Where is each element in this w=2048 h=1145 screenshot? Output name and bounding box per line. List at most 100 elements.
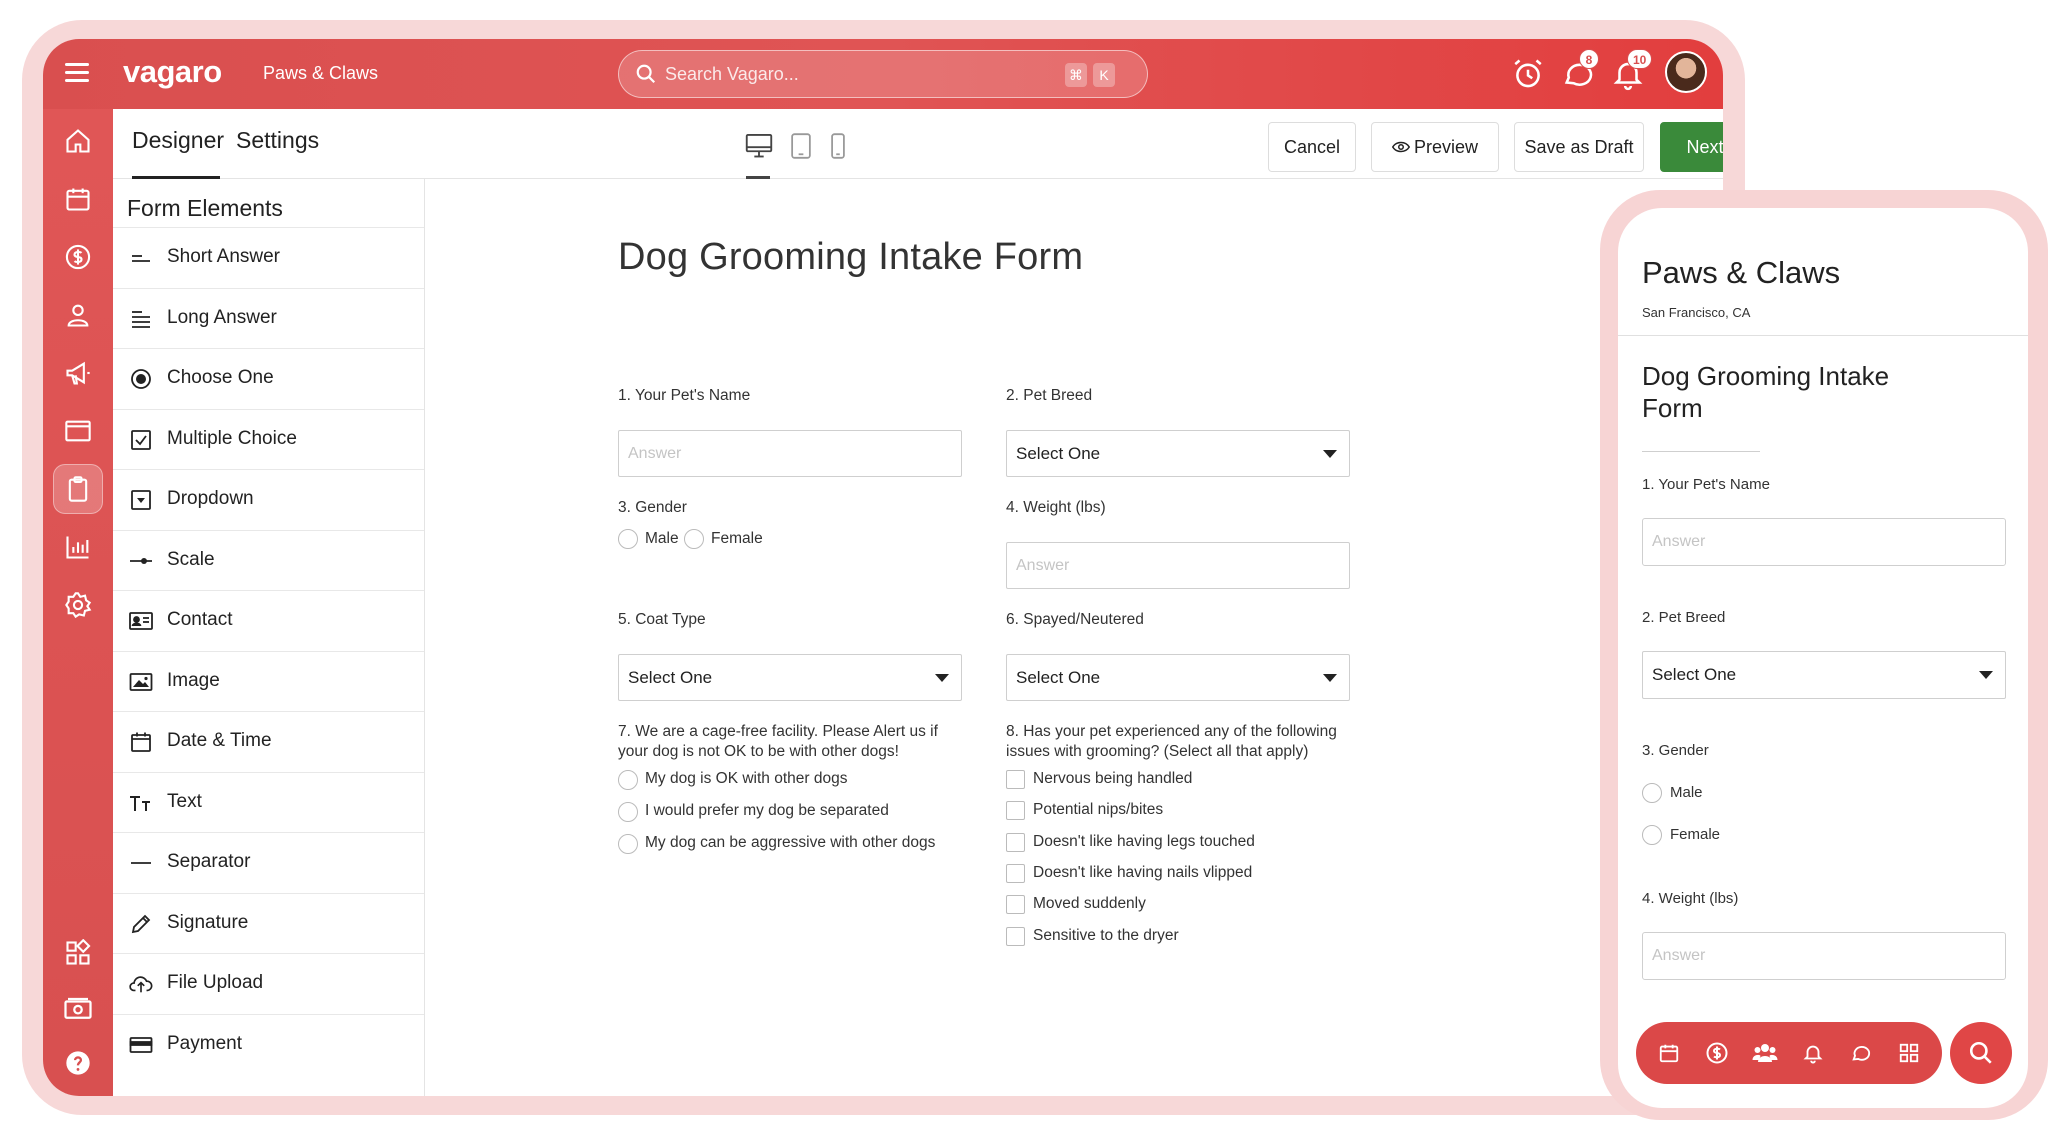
phone-header-divider <box>1618 335 2028 336</box>
tablet-icon[interactable] <box>790 133 812 164</box>
image-icon <box>129 670 153 694</box>
issue-moved-checkbox[interactable] <box>1006 895 1025 914</box>
coat-type-select[interactable]: Select One <box>618 654 962 701</box>
element-signature[interactable]: Signature <box>113 892 424 954</box>
tab-designer[interactable]: Designer <box>132 127 224 154</box>
contact-card-icon <box>129 609 153 633</box>
element-text[interactable]: Text <box>113 771 424 833</box>
dollar-icon[interactable] <box>1704 1040 1730 1066</box>
messages-icon[interactable]: 8 <box>1561 49 1599 91</box>
tab-settings[interactable]: Settings <box>236 127 319 154</box>
pen-icon <box>129 912 153 936</box>
clipboard-icon[interactable] <box>53 464 103 514</box>
option-aggressive-radio[interactable] <box>618 834 638 854</box>
user-icon[interactable] <box>60 297 96 333</box>
bell-icon[interactable] <box>1800 1040 1826 1066</box>
option-label: Doesn't like having legs touched <box>1033 833 1255 850</box>
chart-icon[interactable] <box>60 529 96 565</box>
next-button[interactable]: Next <box>1660 122 1723 172</box>
option-label: I would prefer my dog be separated <box>645 802 889 819</box>
apps-icon[interactable] <box>1896 1040 1922 1066</box>
chat-icon[interactable] <box>1848 1040 1874 1066</box>
pet-breed-select[interactable]: Select One <box>1006 430 1350 477</box>
weight-input[interactable] <box>1006 542 1350 589</box>
vagaro-logo[interactable]: vagaro <box>123 54 222 90</box>
gender-female-radio[interactable] <box>684 529 704 549</box>
gear-icon[interactable] <box>60 587 96 623</box>
phone-gender-female-radio[interactable] <box>1642 825 1662 845</box>
element-label: Date & Time <box>167 730 272 751</box>
search-bar[interactable]: ⌘ K <box>618 50 1148 98</box>
hamburger-menu-icon[interactable] <box>65 63 89 83</box>
question-label-cage-free: 7. We are a cage-free facility. Please A… <box>618 723 938 760</box>
element-multiple-choice[interactable]: Multiple Choice <box>113 408 424 470</box>
separator-icon <box>129 851 153 875</box>
option-separated-radio[interactable] <box>618 802 638 822</box>
top-navigation-bar: vagaro Paws & Claws ⌘ K 8 10 <box>43 39 1723 109</box>
issue-legs-checkbox[interactable] <box>1006 833 1025 852</box>
question-label-gender: 3. Gender <box>618 499 687 516</box>
designer-toolbar: Designer Settings Cancel Preview Save as… <box>113 109 1723 179</box>
alarm-clock-icon[interactable] <box>1511 57 1545 91</box>
phone-form-title: Dog Grooming Intake Form <box>1642 361 1890 423</box>
megaphone-icon[interactable] <box>60 355 96 391</box>
phone-title-rule <box>1642 451 1760 452</box>
preview-button[interactable]: Preview <box>1371 122 1499 172</box>
calendar-icon[interactable] <box>60 181 96 217</box>
issue-nails-checkbox[interactable] <box>1006 864 1025 883</box>
pet-name-input[interactable] <box>618 430 962 477</box>
element-choose-one[interactable]: Choose One <box>113 348 424 409</box>
issue-nervous-checkbox[interactable] <box>1006 770 1025 789</box>
phone-pet-breed-select[interactable]: Select One <box>1642 651 2006 699</box>
phone-weight-input[interactable] <box>1642 932 2006 980</box>
element-payment[interactable]: Payment <box>113 1013 424 1075</box>
browser-icon[interactable] <box>60 413 96 449</box>
calendar-icon[interactable] <box>1656 1040 1682 1066</box>
shortcut-k-key: K <box>1093 63 1115 87</box>
desktop-icon[interactable] <box>745 133 773 164</box>
search-fab[interactable] <box>1950 1022 2012 1084</box>
element-dropdown[interactable]: Dropdown <box>113 469 424 530</box>
element-label: Dropdown <box>167 488 254 509</box>
element-long-answer[interactable]: Long Answer <box>113 287 424 349</box>
gender-male-radio[interactable] <box>618 529 638 549</box>
issue-dryer-checkbox[interactable] <box>1006 927 1025 946</box>
element-contact[interactable]: Contact <box>113 590 424 651</box>
option-label: Potential nips/bites <box>1033 801 1164 818</box>
select-value: Select One <box>1016 444 1101 463</box>
user-avatar[interactable] <box>1665 51 1707 93</box>
cancel-button[interactable]: Cancel <box>1268 122 1356 172</box>
search-input[interactable] <box>665 61 1045 87</box>
phone-preview: Paws & Claws San Francisco, CA Dog Groom… <box>1618 208 2028 1108</box>
preview-label: Preview <box>1413 137 1479 157</box>
apps-icon[interactable] <box>60 935 96 971</box>
help-icon[interactable] <box>60 1045 96 1081</box>
caret-down-icon <box>1323 674 1337 682</box>
business-name[interactable]: Paws & Claws <box>263 63 378 84</box>
cloud-upload-icon <box>129 972 153 996</box>
element-short-answer[interactable]: Short Answer <box>113 227 424 288</box>
option-label: Female <box>1670 826 1721 843</box>
element-label: Payment <box>167 1032 242 1054</box>
cash-icon[interactable] <box>60 991 96 1027</box>
phone-bottom-nav <box>1636 1022 1942 1084</box>
issue-nips-checkbox[interactable] <box>1006 801 1025 820</box>
form-title[interactable]: Dog Grooming Intake Form <box>618 236 1083 279</box>
element-separator[interactable]: Separator <box>113 832 424 893</box>
home-icon[interactable] <box>60 123 96 159</box>
question-label-grooming-issues: 8. Has your pet experienced any of the f… <box>1006 723 1337 760</box>
spayed-neutered-select[interactable]: Select One <box>1006 654 1350 701</box>
notifications-badge: 10 <box>1627 49 1653 69</box>
phone-pet-name-input[interactable] <box>1642 518 2006 566</box>
notifications-bell-icon[interactable]: 10 <box>1611 49 1653 91</box>
save-as-draft-button[interactable]: Save as Draft <box>1514 122 1644 172</box>
element-file-upload[interactable]: File Upload <box>113 953 424 1014</box>
phone-icon[interactable] <box>830 133 846 164</box>
group-icon[interactable] <box>1752 1040 1778 1066</box>
option-ok-radio[interactable] <box>618 770 638 790</box>
dollar-icon[interactable] <box>60 239 96 275</box>
element-scale[interactable]: Scale <box>113 529 424 591</box>
element-image[interactable]: Image <box>113 650 424 712</box>
element-date-time[interactable]: Date & Time <box>113 711 424 772</box>
phone-gender-male-radio[interactable] <box>1642 783 1662 803</box>
